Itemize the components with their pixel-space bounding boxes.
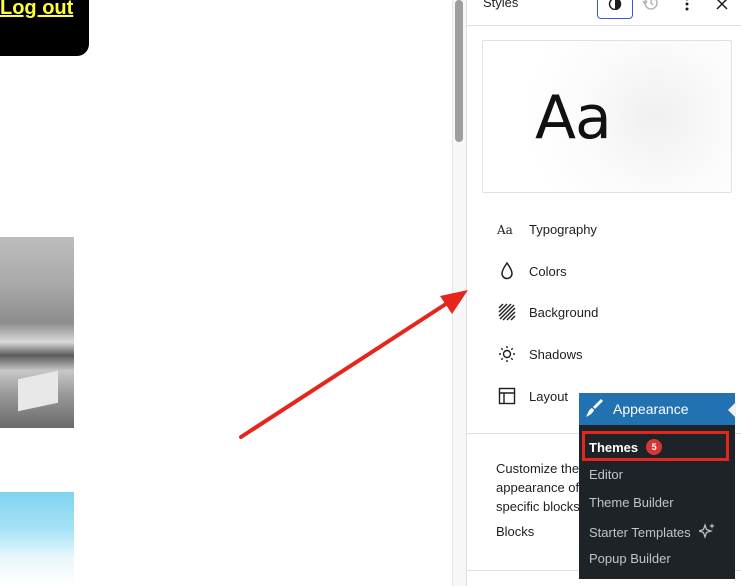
panel-header: Styles: [467, 0, 741, 26]
half-circle-icon: [607, 0, 623, 15]
typography-icon: Aa: [497, 219, 517, 239]
layout-icon: [497, 386, 517, 406]
appearance-label: Appearance: [613, 401, 689, 417]
droplet-icon: [497, 261, 517, 281]
nav-shadows[interactable]: Shadows: [497, 339, 582, 369]
background-icon: [497, 302, 517, 322]
nav-background[interactable]: Background: [497, 297, 598, 327]
nav-blocks[interactable]: Blocks: [496, 524, 534, 539]
appearance-menu-header[interactable]: Appearance: [579, 393, 735, 425]
submenu-starter-templates[interactable]: Starter Templates: [589, 523, 715, 542]
submenu-themes[interactable]: Themes 5: [589, 439, 663, 455]
update-count-badge: 5: [646, 439, 663, 455]
logout-container: Log out: [0, 0, 89, 56]
submenu-editor-label: Editor: [589, 467, 623, 482]
nav-typography-label: Typography: [529, 221, 597, 237]
preview-text: Aa: [535, 83, 612, 153]
sun-icon: [497, 344, 517, 364]
sparkle-icon: [696, 523, 715, 542]
options-button[interactable]: [670, 0, 704, 20]
nav-layout[interactable]: Layout: [497, 381, 568, 411]
close-button[interactable]: [705, 0, 739, 20]
submenu-theme-builder[interactable]: Theme Builder: [589, 495, 674, 510]
paintbrush-icon: [585, 399, 605, 419]
nav-colors[interactable]: Colors: [497, 256, 567, 286]
history-icon: [641, 0, 659, 17]
submenu-starter-templates-label: Starter Templates: [589, 525, 691, 540]
submenu-editor[interactable]: Editor: [589, 467, 623, 482]
grayscale-photo: [0, 237, 74, 428]
nav-background-label: Background: [529, 304, 599, 320]
submenu-popup-builder[interactable]: Popup Builder: [589, 551, 671, 566]
nav-shadows-label: Shadows: [529, 346, 583, 362]
submenu-themes-label: Themes: [589, 439, 639, 455]
revisions-button[interactable]: [633, 0, 667, 20]
submenu-theme-builder-label: Theme Builder: [589, 495, 674, 510]
canvas-scrollbar-thumb[interactable]: [455, 0, 463, 142]
more-vertical-icon: [685, 0, 689, 16]
appearance-flyout-menu: Appearance Themes 5 Editor Theme Builder…: [579, 393, 736, 579]
logout-link[interactable]: Log out: [0, 0, 73, 20]
flyout-pointer: [728, 402, 736, 418]
submenu-popup-builder-label: Popup Builder: [589, 551, 671, 566]
nav-layout-label: Layout: [529, 388, 569, 404]
nav-typography[interactable]: Aa Typography: [497, 214, 597, 244]
nav-colors-label: Colors: [529, 263, 567, 279]
svg-text:Aa: Aa: [497, 223, 513, 236]
panel-title: Styles: [483, 0, 519, 10]
styles-toggle-button[interactable]: [597, 0, 633, 19]
sky-photo: [0, 492, 74, 586]
style-preview[interactable]: Aa: [482, 40, 732, 193]
close-icon: [716, 0, 728, 15]
